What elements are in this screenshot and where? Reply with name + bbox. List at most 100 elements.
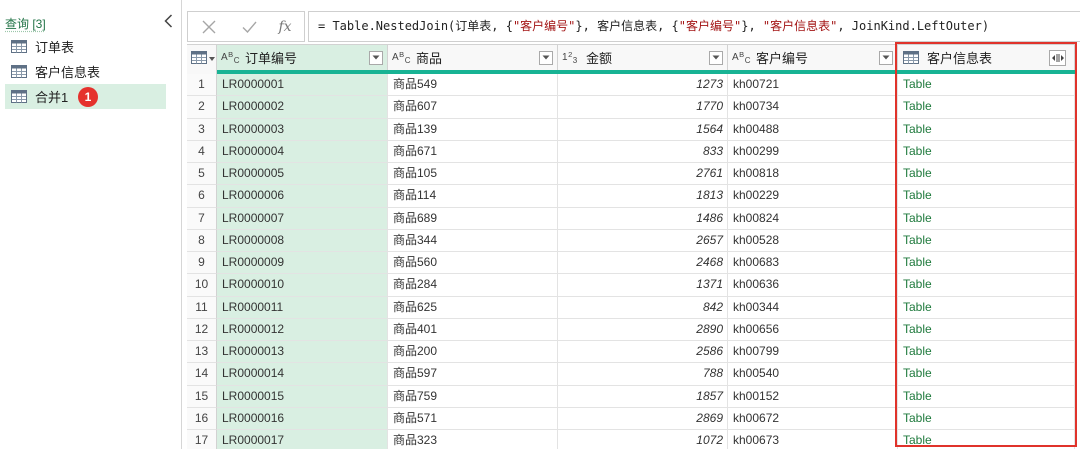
- cell-amount[interactable]: 788: [558, 363, 728, 386]
- cell-order-id[interactable]: LR0000008: [217, 229, 388, 252]
- cell-order-id[interactable]: LR0000009: [217, 252, 388, 275]
- cell-order-id[interactable]: LR0000016: [217, 407, 388, 430]
- cell-customer-id[interactable]: kh00799: [728, 341, 898, 364]
- column-header-amount[interactable]: 123 金额: [558, 45, 728, 70]
- text-type-icon[interactable]: ABC: [392, 50, 412, 65]
- cell-customer-id[interactable]: kh00344: [728, 296, 898, 319]
- cell-customer-id[interactable]: kh00229: [728, 185, 898, 208]
- cell-customer-id[interactable]: kh00636: [728, 274, 898, 297]
- cell-customer-info[interactable]: Table: [898, 118, 1075, 141]
- cell-order-id[interactable]: LR0000014: [217, 363, 388, 386]
- cell-order-id[interactable]: LR0000005: [217, 163, 388, 186]
- cell-amount[interactable]: 842: [558, 296, 728, 319]
- cell-order-id[interactable]: LR0000011: [217, 296, 388, 319]
- filter-dropdown-button[interactable]: [709, 50, 723, 65]
- text-type-icon[interactable]: ABC: [732, 50, 752, 65]
- collapse-pane-button[interactable]: [161, 12, 175, 30]
- cell-product[interactable]: 商品344: [388, 229, 558, 252]
- cell-customer-id[interactable]: kh00673: [728, 430, 898, 449]
- query-item-orders[interactable]: 订单表: [5, 34, 166, 59]
- formula-input[interactable]: = Table.NestedJoin(订单表, {"客户编号"}, 客户信息表,…: [308, 11, 1080, 42]
- table-row[interactable]: 2 LR0000002 商品607 1770 kh00734 Table: [187, 96, 1075, 119]
- cell-amount[interactable]: 2869: [558, 407, 728, 430]
- cell-amount[interactable]: 2468: [558, 252, 728, 275]
- cell-product[interactable]: 商品549: [388, 74, 558, 97]
- table-row[interactable]: 1 LR0000001 商品549 1273 kh00721 Table: [187, 74, 1075, 97]
- cell-customer-info[interactable]: Table: [898, 341, 1075, 364]
- whole-number-type-icon[interactable]: 123: [562, 50, 582, 65]
- cell-product[interactable]: 商品200: [388, 341, 558, 364]
- cell-amount[interactable]: 2586: [558, 341, 728, 364]
- table-row[interactable]: 3 LR0000003 商品139 1564 kh00488 Table: [187, 118, 1075, 141]
- cell-product[interactable]: 商品671: [388, 140, 558, 163]
- cell-amount[interactable]: 1273: [558, 74, 728, 97]
- cell-customer-info[interactable]: Table: [898, 296, 1075, 319]
- cancel-formula-button[interactable]: [194, 12, 224, 41]
- table-row[interactable]: 16 LR0000016 商品571 2869 kh00672 Table: [187, 407, 1075, 430]
- table-row[interactable]: 7 LR0000007 商品689 1486 kh00824 Table: [187, 207, 1075, 230]
- cell-amount[interactable]: 1371: [558, 274, 728, 297]
- cell-product[interactable]: 商品323: [388, 430, 558, 449]
- table-row[interactable]: 12 LR0000012 商品401 2890 kh00656 Table: [187, 318, 1075, 341]
- cell-amount[interactable]: 1770: [558, 96, 728, 119]
- table-row[interactable]: 15 LR0000015 商品759 1857 kh00152 Table: [187, 385, 1075, 408]
- column-header-customer-id[interactable]: ABC 客户编号: [728, 45, 898, 70]
- cell-amount[interactable]: 1072: [558, 430, 728, 449]
- cell-order-id[interactable]: LR0000012: [217, 318, 388, 341]
- cell-amount[interactable]: 1813: [558, 185, 728, 208]
- cell-customer-info[interactable]: Table: [898, 74, 1075, 97]
- cell-order-id[interactable]: LR0000003: [217, 118, 388, 141]
- cell-customer-id[interactable]: kh00734: [728, 96, 898, 119]
- cell-amount[interactable]: 2657: [558, 229, 728, 252]
- cell-customer-id[interactable]: kh00672: [728, 407, 898, 430]
- cell-customer-info[interactable]: Table: [898, 140, 1075, 163]
- column-header-product[interactable]: ABC 商品: [388, 45, 558, 70]
- filter-dropdown-button[interactable]: [879, 50, 893, 65]
- cell-customer-id[interactable]: kh00656: [728, 318, 898, 341]
- table-row[interactable]: 11 LR0000011 商品625 842 kh00344 Table: [187, 296, 1075, 319]
- cell-product[interactable]: 商品759: [388, 385, 558, 408]
- cell-customer-info[interactable]: Table: [898, 96, 1075, 119]
- cell-customer-info[interactable]: Table: [898, 385, 1075, 408]
- cell-order-id[interactable]: LR0000013: [217, 341, 388, 364]
- cell-product[interactable]: 商品114: [388, 185, 558, 208]
- cell-customer-id[interactable]: kh00683: [728, 252, 898, 275]
- cell-customer-info[interactable]: Table: [898, 163, 1075, 186]
- table-row[interactable]: 13 LR0000013 商品200 2586 kh00799 Table: [187, 341, 1075, 364]
- cell-amount[interactable]: 2761: [558, 163, 728, 186]
- cell-customer-info[interactable]: Table: [898, 252, 1075, 275]
- cell-customer-info[interactable]: Table: [898, 185, 1075, 208]
- table-row[interactable]: 8 LR0000008 商品344 2657 kh00528 Table: [187, 229, 1075, 252]
- cell-customer-info[interactable]: Table: [898, 207, 1075, 230]
- cell-order-id[interactable]: LR0000006: [217, 185, 388, 208]
- cell-customer-info[interactable]: Table: [898, 363, 1075, 386]
- cell-customer-id[interactable]: kh00488: [728, 118, 898, 141]
- query-item-merge1[interactable]: 合并1 1: [5, 84, 166, 109]
- cell-customer-info[interactable]: Table: [898, 430, 1075, 449]
- cell-order-id[interactable]: LR0000002: [217, 96, 388, 119]
- commit-formula-button[interactable]: [234, 12, 264, 41]
- cell-order-id[interactable]: LR0000017: [217, 430, 388, 449]
- cell-customer-info[interactable]: Table: [898, 407, 1075, 430]
- cell-order-id[interactable]: LR0000001: [217, 74, 388, 97]
- cell-order-id[interactable]: LR0000007: [217, 207, 388, 230]
- filter-dropdown-button[interactable]: [539, 50, 553, 65]
- cell-customer-info[interactable]: Table: [898, 318, 1075, 341]
- cell-amount[interactable]: 833: [558, 140, 728, 163]
- expand-column-button[interactable]: [1049, 49, 1066, 66]
- text-type-icon[interactable]: ABC: [221, 50, 241, 65]
- table-row[interactable]: 17 LR0000017 商品323 1072 kh00673 Table: [187, 430, 1075, 449]
- cell-customer-id[interactable]: kh00824: [728, 207, 898, 230]
- filter-dropdown-button[interactable]: [369, 50, 383, 65]
- cell-customer-id[interactable]: kh00528: [728, 229, 898, 252]
- cell-customer-info[interactable]: Table: [898, 229, 1075, 252]
- cell-order-id[interactable]: LR0000004: [217, 140, 388, 163]
- cell-product[interactable]: 商品689: [388, 207, 558, 230]
- cell-order-id[interactable]: LR0000010: [217, 274, 388, 297]
- cell-customer-id[interactable]: kh00818: [728, 163, 898, 186]
- column-header-customer-info[interactable]: 客户信息表: [898, 45, 1075, 70]
- table-corner-menu[interactable]: [187, 45, 217, 70]
- cell-customer-id[interactable]: kh00721: [728, 74, 898, 97]
- cell-product[interactable]: 商品284: [388, 274, 558, 297]
- table-row[interactable]: 5 LR0000005 商品105 2761 kh00818 Table: [187, 163, 1075, 186]
